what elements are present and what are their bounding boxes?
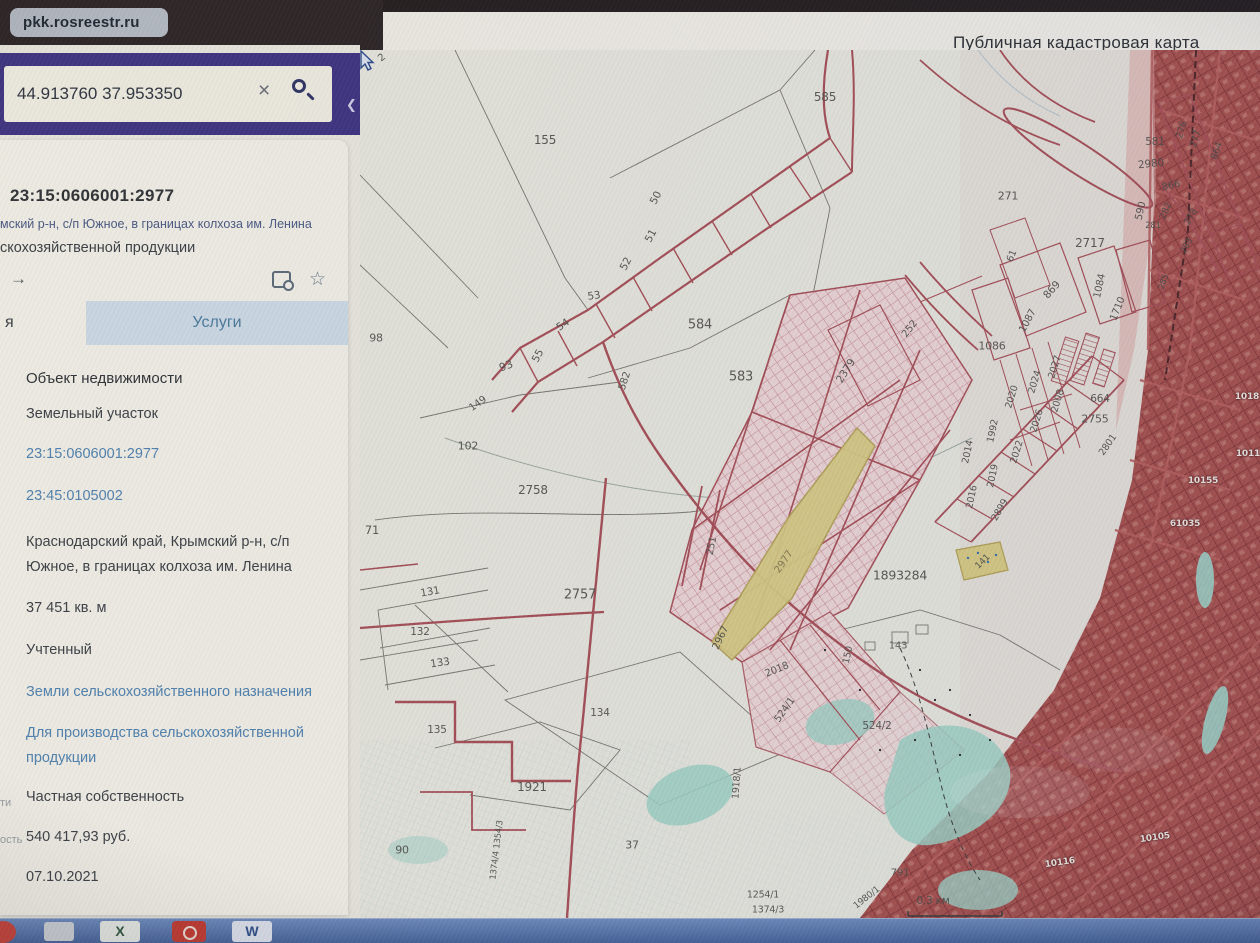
parcel-label: 271 [997,189,1019,203]
card-tabs: я Услуги [0,301,348,345]
card-action-icons: ☆ [271,270,326,291]
parcel-label: 1918/1 [730,766,744,800]
parcel-label: 132 [410,626,430,638]
quarter-number-link[interactable]: 23:45:0105002 [26,486,334,506]
parcel-label: 143 [888,640,908,652]
cadastral-cost: 540 417,93 руб. [26,829,131,845]
taskbar-icon-partial[interactable] [0,921,16,943]
favorite-star-icon[interactable]: ☆ [309,270,326,289]
document-search-icon[interactable] [271,270,294,291]
parcel-label: 134 [590,707,610,719]
parcel-label: 1893284 [872,567,928,583]
card-usage-line: скохозяйственной продукции [0,240,196,256]
cadastral-number-link[interactable]: 23:15:0606001:2977 [26,444,334,464]
card-address-line: мский р-н, с/п Южное, в границах колхоза… [0,217,312,231]
parcel-label: 2757 [563,587,597,603]
parcel-label: 664 [1090,393,1110,405]
parcel-label: 584 [687,317,713,333]
parcel-label: 1086 [978,339,1006,353]
parcel-label: 1011 [1235,449,1260,459]
parcel-label: 2758 [518,483,548,497]
object-address: Краснодарский край, Крымский р-н, с/п Юж… [26,534,292,575]
sidebar: × ❮ 23:15:0606001:2977 мский р-н, с/п Юж… [0,45,360,918]
search-icon[interactable] [292,79,306,93]
card-icon-row: → ☆ [10,269,326,291]
parcel-label: 524/2 [862,720,892,732]
parcel-label: 791 [890,867,910,879]
parcel-label: 102 [457,439,479,453]
parcel-label: 71 [364,523,380,537]
parcel-label: 583 [728,369,754,385]
parcel-label: 1921 [517,780,547,794]
arrow-right-icon[interactable]: → [10,269,27,289]
parcel-label: 2717 [1075,236,1105,250]
word-icon[interactable]: W [232,921,272,942]
parcel-label: 37 [625,838,639,852]
parcel-label: 155 [533,133,557,147]
taskbar-icon-red[interactable] [172,921,206,942]
browser-tab[interactable]: pkk.rosreestr.ru [10,8,168,37]
object-area: 37 451 кв. м [26,600,107,616]
tab-services[interactable]: Услуги [86,301,348,345]
map-linework [360,50,1260,918]
browser-tabbar: pkk.rosreestr.ru [0,0,383,50]
clear-search-icon[interactable]: × [258,80,270,101]
page-header: Публичная кадастровая карта [383,12,1260,52]
parcel-label: 10155 [1187,476,1219,486]
parcel-label: 90 [395,843,409,857]
section-title: Объект недвижимости [26,370,183,387]
folder-icon[interactable] [44,922,74,941]
parcel-label: 98 [369,331,383,345]
parcel-label: 135 [427,724,447,736]
label-fragment-cost: ость [0,834,23,846]
parcel-label: 0,3 км [916,895,950,907]
collapse-panel-icon[interactable]: ❮ [346,97,357,113]
parcel-label: 281 [1145,221,1161,231]
object-details: Объект недвижимости Земельный участок 23… [0,345,348,887]
object-status: Учтенный [26,642,92,658]
search-input[interactable] [4,66,332,122]
parcel-label: 1254/1 [746,889,780,901]
cadastral-map[interactable]: 2 155 585 271 2717 50 51 52 53 54 55 582 584 583 98 93 1… [360,50,1260,918]
parcel-label: 1018 [1234,392,1260,402]
record-date: 07.10.2021 [26,869,99,885]
tab-information[interactable]: я [0,301,86,345]
label-fragment-ownership: ти [0,797,12,809]
parcel-label: 2755 [1081,412,1109,426]
object-card: 23:15:0606001:2977 мский р-н, с/п Южное,… [0,140,348,915]
parcel-label: 581 [1145,136,1165,148]
excel-icon[interactable]: X [100,921,140,942]
card-cadastral-number: 23:15:0606001:2977 [10,186,175,205]
parcel-label: 585 [813,90,837,104]
screen: pkk.rosreestr.ru Публичная кадастровая к… [0,0,1260,943]
mouse-cursor [360,50,375,71]
land-category-link[interactable]: Земли сельскохозяйственного назначения [26,680,316,705]
permitted-use-link[interactable]: Для производства сельскохозяйственной пр… [26,721,316,771]
search-bar: × ❮ [0,53,360,135]
object-type: Земельный участок [26,406,158,422]
parcel-label: 61035 [1169,519,1201,529]
ownership-type: Частная собственность [26,789,185,805]
taskbar: X W [0,918,1260,943]
parcel-label: 53 [586,289,602,303]
parcel-label: 1374/3 [751,904,785,916]
